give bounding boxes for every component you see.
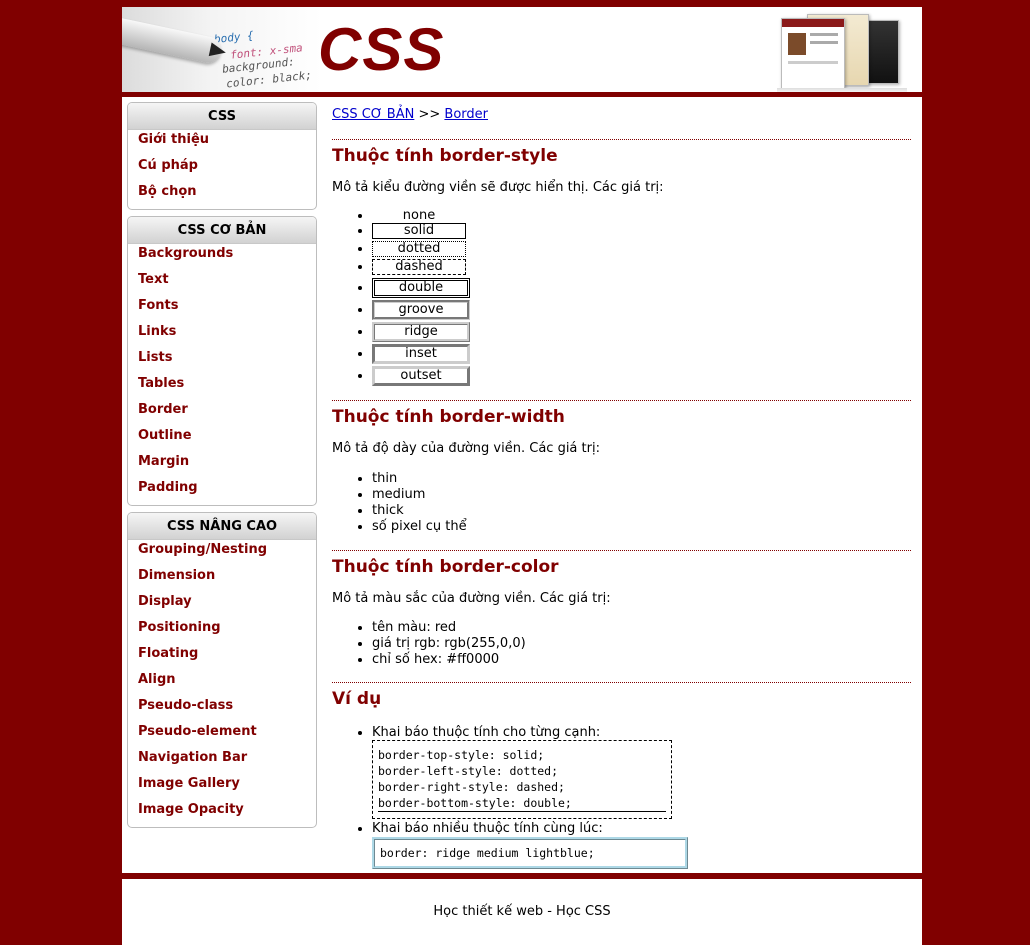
sidebar-item-grouping-nesting[interactable]: Grouping/Nesting	[128, 540, 316, 566]
breadcrumb-separator: >>	[418, 107, 441, 122]
list-item: thin	[372, 471, 911, 487]
code-line: border-bottom-style: double;	[378, 795, 666, 812]
border-width-list: thin medium thick số pixel cụ thể	[332, 471, 911, 535]
list-item: Khai báo thuộc tính cho từng cạnh: borde…	[372, 725, 911, 819]
border-sample-inset: inset	[372, 344, 470, 364]
sidebar-item-image-gallery[interactable]: Image Gallery	[128, 774, 316, 800]
footer: Học thiết kế web - Học CSS	[122, 879, 922, 945]
breadcrumb: CSS CƠ BẢN >> Border	[332, 107, 911, 139]
code-block-shorthand: border: ridge medium lightblue;	[372, 837, 688, 869]
sidebar-group-css: CSS Giới thiệu Cú pháp Bộ chọn	[127, 102, 317, 210]
sidebar-item-cu-phap[interactable]: Cú pháp	[128, 156, 316, 182]
border-sample-groove: groove	[372, 300, 470, 320]
sidebar-item-backgrounds[interactable]: Backgrounds	[128, 244, 316, 270]
sidebar-item-lists[interactable]: Lists	[128, 348, 316, 374]
list-item: double	[372, 278, 911, 300]
list-item: tên màu: red	[372, 620, 911, 636]
border-sample-dashed: dashed	[372, 259, 466, 275]
sidebar-group-title: CSS NÂNG CAO	[128, 513, 316, 540]
border-sample-dotted: dotted	[372, 241, 466, 257]
section-heading-border-color: Thuộc tính border-color	[332, 550, 911, 583]
section-desc: Mô tả độ dày của đường viền. Các giá trị…	[332, 441, 600, 456]
sidebar-item-image-opacity[interactable]: Image Opacity	[128, 800, 316, 826]
sidebar-item-bo-chon[interactable]: Bộ chọn	[128, 182, 316, 208]
border-sample-solid: solid	[372, 223, 466, 239]
sidebar-item-margin[interactable]: Margin	[128, 452, 316, 478]
border-style-list: none solid dotted dashed double groove r…	[332, 208, 911, 388]
sidebar-item-pseudo-element[interactable]: Pseudo-element	[128, 722, 316, 748]
border-sample-none: none	[402, 208, 436, 223]
logo-text: CSS	[318, 16, 445, 83]
sidebar-item-links[interactable]: Links	[128, 322, 316, 348]
content: CSS CƠ BẢN >> Border Thuộc tính border-s…	[332, 107, 911, 869]
pen-tip	[208, 42, 228, 60]
sidebar-item-padding[interactable]: Padding	[128, 478, 316, 504]
sidebar-item-display[interactable]: Display	[128, 592, 316, 618]
list-item: Khai báo nhiều thuộc tính cùng lúc: bord…	[372, 821, 911, 869]
header-banner: body { font: x-sma background: color: bl…	[122, 7, 922, 92]
list-item: ridge	[372, 322, 911, 344]
list-item: thick	[372, 503, 911, 519]
sidebar-item-text[interactable]: Text	[128, 270, 316, 296]
breadcrumb-link-border[interactable]: Border	[444, 107, 488, 122]
sidebar-item-positioning[interactable]: Positioning	[128, 618, 316, 644]
list-item: none	[372, 208, 911, 223]
section-desc: Mô tả kiểu đường viền sẽ được hiển thị. …	[332, 180, 664, 195]
section-heading-border-width: Thuộc tính border-width	[332, 400, 911, 433]
sidebar-item-align[interactable]: Align	[128, 670, 316, 696]
list-item: giá trị rgb: rgb(255,0,0)	[372, 636, 911, 652]
main-area: CSS Giới thiệu Cú pháp Bộ chọn CSS CƠ BẢ…	[122, 97, 922, 873]
breadcrumb-link-css-co-ban[interactable]: CSS CƠ BẢN	[332, 107, 414, 122]
section-heading-border-style: Thuộc tính border-style	[332, 139, 911, 172]
sidebar-group-title: CSS	[128, 103, 316, 130]
sidebar-item-gioi-thieu[interactable]: Giới thiệu	[128, 130, 316, 156]
list-item: medium	[372, 487, 911, 503]
border-sample-double: double	[372, 278, 470, 298]
page: body { font: x-sma background: color: bl…	[122, 7, 922, 945]
website-screenshots-image	[777, 12, 907, 92]
border-sample-outset: outset	[372, 366, 470, 386]
example-label: Khai báo thuộc tính cho từng cạnh:	[372, 725, 601, 740]
sidebar-item-fonts[interactable]: Fonts	[128, 296, 316, 322]
example-label: Khai báo nhiều thuộc tính cùng lúc:	[372, 821, 603, 836]
sidebar-item-tables[interactable]: Tables	[128, 374, 316, 400]
border-color-list: tên màu: red giá trị rgb: rgb(255,0,0) c…	[332, 620, 911, 668]
border-sample-ridge: ridge	[372, 322, 470, 342]
list-item: groove	[372, 300, 911, 322]
sidebar-group-title: CSS CƠ BẢN	[128, 217, 316, 244]
sidebar-item-dimension[interactable]: Dimension	[128, 566, 316, 592]
code-block-individual-sides: border-top-style: solid; border-left-sty…	[372, 740, 672, 819]
list-item: dotted	[372, 241, 911, 259]
section-desc: Mô tả màu sắc của đường viền. Các giá tr…	[332, 591, 611, 606]
list-item: số pixel cụ thể	[372, 519, 911, 535]
list-item: inset	[372, 344, 911, 366]
example-list: Khai báo thuộc tính cho từng cạnh: borde…	[332, 725, 911, 869]
list-item: outset	[372, 366, 911, 388]
sidebar-item-navigation-bar[interactable]: Navigation Bar	[128, 748, 316, 774]
sidebar-item-pseudo-class[interactable]: Pseudo-class	[128, 696, 316, 722]
code-line: border: ridge medium lightblue;	[380, 846, 595, 860]
list-item: chỉ số hex: #ff0000	[372, 652, 911, 668]
code-line: border-left-style: dotted;	[378, 764, 559, 778]
footer-text: Học thiết kế web - Học CSS	[433, 904, 611, 919]
sidebar-item-outline[interactable]: Outline	[128, 426, 316, 452]
sidebar: CSS Giới thiệu Cú pháp Bộ chọn CSS CƠ BẢ…	[127, 102, 317, 834]
sidebar-group-css-co-ban: CSS CƠ BẢN Backgrounds Text Fonts Links …	[127, 216, 317, 506]
code-line: border-top-style: solid;	[378, 748, 545, 762]
sidebar-group-css-nang-cao: CSS NÂNG CAO Grouping/Nesting Dimension …	[127, 512, 317, 828]
sidebar-item-border[interactable]: Border	[128, 400, 316, 426]
sidebar-item-floating[interactable]: Floating	[128, 644, 316, 670]
code-line: border-right-style: dashed;	[378, 780, 565, 794]
list-item: solid	[372, 223, 911, 241]
section-heading-vi-du: Ví dụ	[332, 682, 911, 715]
list-item: dashed	[372, 259, 911, 278]
